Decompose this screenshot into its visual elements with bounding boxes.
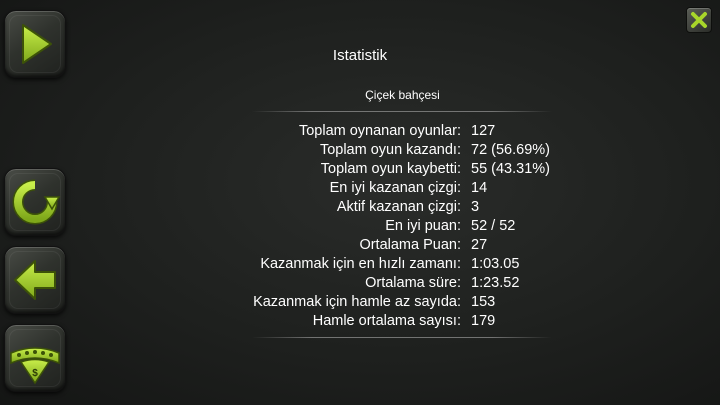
stat-label: Toplam oyun kaybetti: <box>320 160 461 177</box>
stat-value: 1:03.05 <box>471 255 520 272</box>
top-divider <box>252 111 552 112</box>
stat-value: 3 <box>471 198 480 215</box>
stat-label: En iyi puan: <box>385 217 461 234</box>
restart-button[interactable] <box>4 168 66 236</box>
stat-label: Kazanmak için hamle az sayıda: <box>253 293 461 310</box>
stat-row: Toplam oynanan oyunlar: 127 <box>180 121 640 140</box>
game-name-subtitle: Çiçek bahçesi <box>365 88 440 102</box>
stat-label: Hamle ortalama sayısı: <box>312 312 461 329</box>
stat-label: Ortalama Puan: <box>359 236 461 253</box>
stat-row: En iyi puan: 52 / 52 <box>180 216 640 235</box>
stat-value: 127 <box>471 122 496 139</box>
stat-row: Ortalama süre: 1:23.52 <box>180 273 640 292</box>
stat-row: En iyi kazanan çizgi: 14 <box>180 178 640 197</box>
stat-value: 153 <box>471 293 496 310</box>
vegas-icon: $ <box>10 347 60 385</box>
stat-row: Toplam oyun kazandı: 72 (56.69%) <box>180 140 640 159</box>
page-title: Istatistik <box>332 47 388 64</box>
statistics-screen: $ Istatistik Çiçek bahçesi Toplam oynana… <box>0 0 720 405</box>
stat-row: Kazanmak için hamle az sayıda: 153 <box>180 292 640 311</box>
vegas-dollar-sign: $ <box>32 368 38 379</box>
close-icon <box>691 12 707 28</box>
stat-row: Hamle ortalama sayısı: 179 <box>180 311 640 330</box>
stats-table: Toplam oynanan oyunlar: 127 Toplam oyun … <box>180 121 640 330</box>
stat-label: Ortalama süre: <box>365 274 461 291</box>
stat-row: Ortalama Puan: 27 <box>180 235 640 254</box>
stat-label: Toplam oynanan oyunlar: <box>298 122 461 139</box>
stat-label: Toplam oyun kazandı: <box>319 141 461 158</box>
back-arrow-icon <box>14 260 56 300</box>
stat-value: 55 (43.31%) <box>471 160 550 177</box>
stat-value: 179 <box>471 312 496 329</box>
stat-value: 1:23.52 <box>471 274 520 291</box>
back-button[interactable] <box>4 246 66 314</box>
stat-row: Toplam oyun kaybetti: 55 (43.31%) <box>180 159 640 178</box>
stat-row: Kazanmak için en hızlı zamanı: 1:03.05 <box>180 254 640 273</box>
stat-label: Kazanmak için en hızlı zamanı: <box>260 255 461 272</box>
vegas-mode-button[interactable]: $ <box>4 324 66 392</box>
stat-value: 14 <box>471 179 488 196</box>
refresh-icon <box>12 179 61 225</box>
stat-label: En iyi kazanan çizgi: <box>329 179 461 196</box>
play-button[interactable] <box>4 10 66 78</box>
stat-label: Aktif kazanan çizgi: <box>336 198 461 215</box>
close-button[interactable] <box>686 7 712 33</box>
play-icon <box>22 24 52 64</box>
bottom-divider <box>252 337 552 338</box>
stat-value: 72 (56.69%) <box>471 141 550 158</box>
stat-value: 52 / 52 <box>471 217 516 234</box>
stat-value: 27 <box>471 236 488 253</box>
stat-row: Aktif kazanan çizgi: 3 <box>180 197 640 216</box>
